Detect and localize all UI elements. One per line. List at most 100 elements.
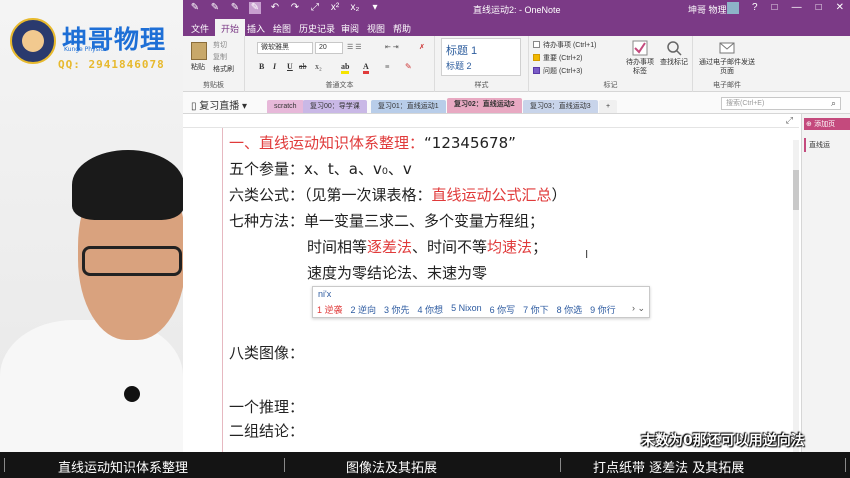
margin-line bbox=[222, 128, 223, 452]
note-line[interactable]: 六类公式：（见第一次课表格：直线运动公式汇总） bbox=[229, 184, 567, 205]
checkbox-icon bbox=[533, 41, 540, 48]
add-page-button[interactable]: ⊕ 添加页 bbox=[804, 118, 850, 130]
search-input[interactable]: 搜索(Ctrl+E) bbox=[721, 97, 841, 110]
underline-button[interactable]: U bbox=[287, 62, 293, 71]
cut-button[interactable]: 剪切 bbox=[213, 40, 227, 50]
note-line[interactable]: 一个推理： bbox=[229, 396, 304, 417]
note-line[interactable]: 时间相等逐差法、时间不等均速法； bbox=[307, 236, 547, 257]
move-icon[interactable]: ⤢ bbox=[309, 2, 321, 14]
help-icon[interactable]: ? bbox=[752, 2, 758, 13]
notebook-selector[interactable]: ▯ 复习直播 ▾ bbox=[191, 97, 247, 112]
ime-candidate[interactable]: 1 逆袭 bbox=[317, 303, 343, 316]
font-family-select[interactable]: 微软雅黑 bbox=[257, 42, 313, 54]
todo-tag-button[interactable]: 待办事项标签 bbox=[625, 40, 655, 76]
indent-icon[interactable]: ⇤ ⇥ bbox=[385, 43, 399, 51]
subscript-button[interactable]: x₂ bbox=[315, 62, 322, 71]
superscript-icon[interactable]: x² bbox=[329, 2, 341, 14]
tab-insert[interactable]: 插入 bbox=[247, 22, 265, 35]
tab-file[interactable]: 文件 bbox=[191, 22, 209, 35]
clear-format-icon[interactable]: ✗ bbox=[419, 43, 425, 51]
group-label: 普通文本 bbox=[325, 82, 354, 89]
tab-history[interactable]: 历史记录 bbox=[299, 22, 335, 35]
tag-todo[interactable]: 待办事项 (Ctrl+1) bbox=[533, 40, 596, 50]
ime-candidate[interactable]: 3 你先 bbox=[384, 303, 410, 316]
ime-candidate[interactable]: 9 你行 bbox=[590, 303, 616, 316]
email-group: 通过电子邮件发送页面 电子邮件 bbox=[693, 36, 761, 92]
font-color-icon[interactable]: A bbox=[363, 62, 369, 74]
ime-candidate[interactable]: 4 你想 bbox=[418, 303, 444, 316]
video-subtitle: 末数为0那还可以用逆向法 bbox=[641, 433, 805, 449]
italic-button[interactable]: I bbox=[273, 62, 276, 71]
page-header-bar: ⤢ bbox=[183, 114, 799, 128]
section-tab-active[interactable]: 复习02：直线运动2 bbox=[447, 98, 522, 113]
ime-candidate[interactable]: 2 逆向 bbox=[351, 303, 377, 316]
ime-candidate[interactable]: 7 你下 bbox=[523, 303, 549, 316]
note-line[interactable]: 二组结论： bbox=[229, 420, 304, 441]
ribbon-display-icon[interactable]: □ bbox=[772, 2, 778, 13]
tab-help[interactable]: 帮助 bbox=[393, 22, 411, 35]
style-heading-2[interactable]: 标题 2 bbox=[446, 59, 472, 72]
note-line[interactable]: 八类图像： bbox=[229, 342, 304, 363]
search-icon[interactable]: ⌕ bbox=[831, 98, 836, 109]
checkmark-icon bbox=[632, 40, 648, 56]
maximize-icon[interactable]: □ bbox=[816, 2, 822, 13]
section-tab[interactable]: 复习03：直线运动3 bbox=[523, 100, 598, 113]
avatar[interactable] bbox=[727, 2, 739, 14]
bold-button[interactable]: B bbox=[259, 62, 264, 71]
eraser-icon[interactable]: ✎ bbox=[405, 62, 412, 71]
close-icon[interactable]: ✕ bbox=[836, 2, 844, 13]
section-tab[interactable]: scratch bbox=[267, 100, 304, 113]
styles-gallery[interactable]: 标题 1 标题 2 bbox=[441, 38, 521, 76]
bullets-icon[interactable]: ☰ ☰ bbox=[347, 43, 362, 51]
expand-icon[interactable]: ⤢ bbox=[786, 116, 793, 126]
page-canvas[interactable]: ⤢ 一、直线运动知识体系整理：“12345678” 五个参量：x、t、a、v₀、… bbox=[183, 114, 799, 452]
tab-draw[interactable]: 绘图 bbox=[273, 22, 291, 35]
page-list-item[interactable]: 直线运 bbox=[804, 138, 850, 152]
add-section-button[interactable]: + bbox=[599, 100, 618, 113]
logo-sub: Kunge Physics bbox=[64, 46, 107, 53]
ime-candidate[interactable]: 5 Nixon bbox=[451, 303, 482, 316]
ime-candidate[interactable]: 6 你写 bbox=[490, 303, 516, 316]
redo-icon[interactable]: ↷ bbox=[289, 2, 301, 14]
tab-view[interactable]: 视图 bbox=[367, 22, 385, 35]
chapter-item[interactable]: 打点纸带 逐差法 及其拓展 bbox=[593, 457, 744, 476]
strikethrough-button[interactable]: ab bbox=[299, 62, 307, 71]
paste-icon[interactable] bbox=[191, 42, 207, 60]
ime-candidate-window: ni'x 1 逆袭 2 逆向 3 你先 4 你想 5 Nixon 6 你写 7 … bbox=[312, 286, 650, 318]
section-tab[interactable]: 复习01：直线运动1 bbox=[371, 100, 446, 113]
ime-next-page-icon[interactable]: › ⌄ bbox=[632, 303, 645, 314]
tag-question[interactable]: 问题 (Ctrl+3) bbox=[533, 66, 582, 76]
pen-icon[interactable]: ✎ bbox=[209, 2, 221, 14]
user-name[interactable]: 坤哥 物理 bbox=[688, 3, 727, 16]
chapter-item[interactable]: 图像法及其拓展 bbox=[346, 457, 437, 476]
undo-icon[interactable]: ↶ bbox=[269, 2, 281, 14]
minimize-icon[interactable]: — bbox=[792, 2, 802, 13]
email-page-button[interactable]: 通过电子邮件发送页面 bbox=[699, 40, 755, 76]
note-line[interactable]: 七种方法：单一变量三求二、多个变量方程组； bbox=[229, 210, 544, 231]
format-painter-button[interactable]: 格式刷 bbox=[213, 64, 234, 74]
vertical-scrollbar[interactable] bbox=[793, 140, 799, 452]
plus-icon: ⊕ bbox=[806, 120, 815, 128]
pen-icon[interactable]: ✎ bbox=[189, 2, 201, 14]
tab-review[interactable]: 审阅 bbox=[341, 22, 359, 35]
scroll-thumb[interactable] bbox=[793, 170, 799, 210]
section-tab[interactable]: 复习00：导学课 bbox=[303, 100, 367, 113]
align-icon[interactable]: ≡ bbox=[385, 62, 390, 71]
highlighter-icon[interactable]: ✎ bbox=[249, 2, 261, 14]
highlight-color-icon[interactable]: ab bbox=[341, 62, 350, 74]
star-icon bbox=[533, 54, 540, 61]
font-size-select[interactable]: 20 bbox=[315, 42, 343, 54]
note-line[interactable]: 速度为零结论法、末速为零 bbox=[307, 262, 487, 283]
chapter-item[interactable]: 直线运动知识体系整理 bbox=[58, 457, 188, 476]
customize-qat-icon[interactable]: ▾ bbox=[369, 2, 381, 14]
tag-important[interactable]: 重要 (Ctrl+2) bbox=[533, 53, 582, 63]
style-heading-1[interactable]: 标题 1 bbox=[446, 42, 477, 58]
pen-icon[interactable]: ✎ bbox=[229, 2, 241, 14]
note-line[interactable]: 五个参量：x、t、a、v₀、v bbox=[229, 158, 412, 179]
copy-button[interactable]: 复制 bbox=[213, 52, 227, 62]
subscript-icon[interactable]: x₂ bbox=[349, 2, 361, 14]
paste-button[interactable]: 粘贴 bbox=[191, 62, 205, 72]
ime-candidate[interactable]: 8 你选 bbox=[557, 303, 583, 316]
find-tags-button[interactable]: 查找标记 bbox=[657, 40, 691, 67]
note-heading[interactable]: 一、直线运动知识体系整理：“12345678” bbox=[229, 132, 516, 153]
